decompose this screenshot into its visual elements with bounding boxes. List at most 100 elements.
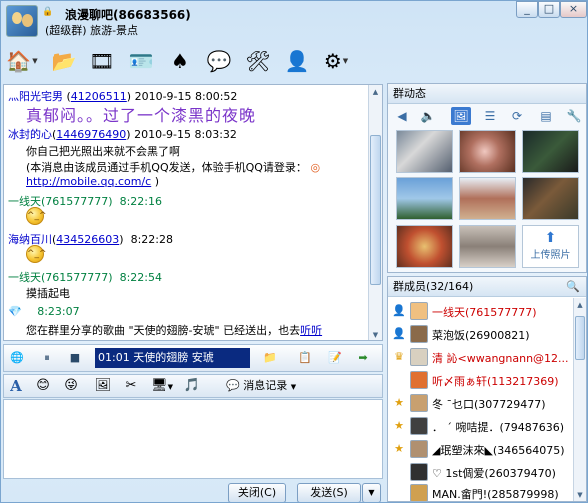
sender-id-link[interactable]: 434526603 [56, 233, 119, 246]
screen-capture-icon[interactable]: 🖥▼ [150, 377, 174, 395]
search-icon[interactable]: 🔍 [566, 277, 580, 297]
home-icon[interactable]: 🏠 ▼ [5, 45, 39, 77]
music-share-icon[interactable]: 🎵 [182, 377, 202, 395]
title-bar[interactable]: 🔒 浪漫聊吧(86683566) (超级群) 旅游-景点 _ □ × [1, 1, 587, 41]
send-button[interactable]: 发送(S) [297, 483, 361, 502]
photo-thumbnail[interactable] [459, 225, 516, 268]
member-name: MAN.畲門!(285879998) [432, 488, 559, 501]
message-time: 8:22:54 [119, 271, 162, 284]
magic-emoticon-icon[interactable]: 😜 [62, 377, 80, 395]
user-settings-icon[interactable]: 👤 [280, 45, 314, 77]
prev-arrow-icon[interactable]: ◀ [392, 107, 412, 125]
close-chat-button[interactable]: 关闭(C) [228, 483, 286, 502]
upload-photo-button[interactable]: ⬆ 上传照片 [522, 225, 579, 268]
film-icon[interactable]: 🎞 [85, 45, 119, 77]
screenshot-icon[interactable]: ✂ [122, 377, 140, 395]
message-header: 冰封的心(1446976490) 2010-9-15 8:03:32 [8, 128, 237, 141]
member-row[interactable]: ★ ． ˊ 啘咭提．(79487636) [388, 415, 573, 438]
main-toolbar: 🏠 ▼ 📂 🎞 🪪 ♠ 💬 🛠 👤 ⚙ ▼ [1, 43, 587, 81]
wrench-icon[interactable]: 🔧 [564, 107, 584, 125]
member-row[interactable]: ★ ◢珉塑沫來◣(346564075) [388, 438, 573, 461]
member-row[interactable]: ★ 冬 ˉ乜口(307729477) [388, 392, 573, 415]
member-row[interactable]: 👤 一线天(761577777) [388, 300, 573, 323]
photo-thumbnail[interactable] [396, 130, 453, 173]
smiley-icon: ^_^ [26, 207, 47, 225]
scroll-up-icon[interactable]: ▲ [574, 298, 586, 312]
apps-icon[interactable]: ♠ [163, 45, 197, 77]
stop-button[interactable]: ■ [66, 349, 84, 367]
group-avatar[interactable] [6, 5, 38, 37]
member-name: 菜泡饭(26900821) [432, 329, 530, 342]
speaker-icon[interactable]: 🔈 [418, 107, 438, 125]
send-options-dropdown[interactable]: ▼ [362, 483, 381, 502]
mobile-qq-link[interactable]: http://mobile.qq.com/c [26, 175, 151, 188]
emoticon-icon[interactable]: 😊 [34, 377, 52, 395]
music-globe-icon[interactable]: 🌐 [8, 349, 26, 367]
message-icon[interactable]: 💬 [202, 45, 236, 77]
close-window-button[interactable]: × [560, 1, 587, 18]
system-message-text: 您在群里分享的歌曲 "天使的翅膀-安琥" 已经送出，也去听听 [26, 322, 322, 338]
maximize-button[interactable]: □ [538, 1, 560, 18]
playlist-icon[interactable]: 📋 [296, 349, 314, 367]
member-row[interactable]: 👤 菜泡饭(26900821) [388, 323, 573, 346]
chat-history-pane[interactable]: 灬阳光宅男 (41206511) 2010-9-15 8:00:52 真郁闷。。… [3, 84, 383, 341]
member-name: ． ˊ 啘咭提．(79487636) [432, 421, 565, 434]
listen-link[interactable]: 听听 [300, 324, 322, 337]
message-text: (本消息由该成员通过手机QQ发送，体验手机QQ请登录： ◎ [26, 159, 320, 175]
group-dynamics-panel: 群动态 ◀ 🔈 🖼 ☰ ⟳ ▤ 🔧 ⬆ 上传照片 [387, 83, 587, 273]
photo-thumbnail[interactable] [459, 130, 516, 173]
member-avatar [410, 440, 428, 458]
scroll-down-icon[interactable]: ▼ [369, 328, 382, 340]
edit-icon[interactable]: 📝 [326, 349, 344, 367]
image-icon[interactable]: 🖼 [94, 377, 112, 395]
sender-name: 冰封的心 [8, 128, 52, 141]
member-name: 听〆雨ぁ轩(113217369) [432, 375, 559, 388]
star-icon: ★ [394, 419, 404, 432]
photo-thumbnail[interactable] [522, 130, 579, 173]
photo-tab-icon[interactable]: 🖼 [451, 107, 471, 125]
list-tab-icon[interactable]: ☰ [480, 107, 500, 125]
members-scrollbar[interactable]: ▲ ▼ [573, 298, 586, 501]
paren-close: ) [154, 175, 160, 188]
sender-id-link[interactable]: 1446976490 [56, 128, 126, 141]
menu-tab-icon[interactable]: ▤ [536, 107, 556, 125]
scroll-thumb[interactable] [370, 135, 381, 285]
scroll-down-icon[interactable]: ▼ [574, 488, 586, 501]
mobile-note: (本消息由该成员通过手机QQ发送，体验手机QQ请登录： [26, 161, 307, 174]
member-row[interactable]: ♛ 清 訫<wwangnann@12... [388, 346, 573, 369]
scroll-up-icon[interactable]: ▲ [369, 85, 382, 99]
scroll-thumb[interactable] [575, 316, 585, 360]
upload-label: 上传照片 [530, 250, 571, 261]
refresh-icon[interactable]: ⟳ [507, 107, 527, 125]
photo-thumbnail[interactable] [522, 177, 579, 220]
message-input[interactable] [3, 399, 383, 479]
member-role-icon: 👤 [392, 304, 406, 317]
tools-icon[interactable]: 🛠 [241, 45, 275, 77]
member-avatar [410, 417, 428, 435]
minimize-button[interactable]: _ [516, 1, 538, 18]
photo-thumbnail[interactable] [396, 177, 453, 220]
chat-scrollbar[interactable]: ▲ ▼ [368, 85, 382, 340]
member-row[interactable]: MAN.畲門!(285879998) [388, 482, 573, 501]
message-emoji: ^_^ [26, 245, 47, 263]
folder-icon[interactable]: 📂 [47, 45, 81, 77]
dynamics-tabs: ◀ 🔈 🖼 ☰ ⟳ ▤ 🔧 [388, 105, 586, 127]
photo-thumbnail[interactable] [396, 225, 453, 268]
gear-icon[interactable]: ⚙ ▼ [319, 45, 353, 77]
star-icon: ★ [394, 442, 404, 455]
member-row[interactable]: ♡ 1st倜爱(260379470) [388, 461, 573, 484]
message-time: 2010-9-15 8:03:32 [134, 128, 237, 141]
qq-logo-icon: ◎ [310, 161, 321, 174]
font-button[interactable]: A [8, 377, 24, 395]
upload-folder-icon[interactable]: 📁 [261, 349, 279, 367]
crown-icon: ♛ [394, 350, 404, 363]
message-history-button[interactable]: 💬 消息记录 ▼ [226, 377, 326, 395]
exit-icon[interactable]: ➡ [354, 349, 372, 367]
member-avatar [410, 371, 428, 389]
member-row[interactable]: 听〆雨ぁ轩(113217369) [388, 369, 573, 392]
pause-button[interactable]: ⏸ [38, 349, 56, 367]
card-icon[interactable]: 🪪 [124, 45, 158, 77]
member-avatar [410, 302, 428, 320]
photo-thumbnail[interactable] [459, 177, 516, 220]
share-notice: 您在群里分享的歌曲 "天使的翅膀-安琥" 已经送出，也去 [26, 324, 301, 337]
